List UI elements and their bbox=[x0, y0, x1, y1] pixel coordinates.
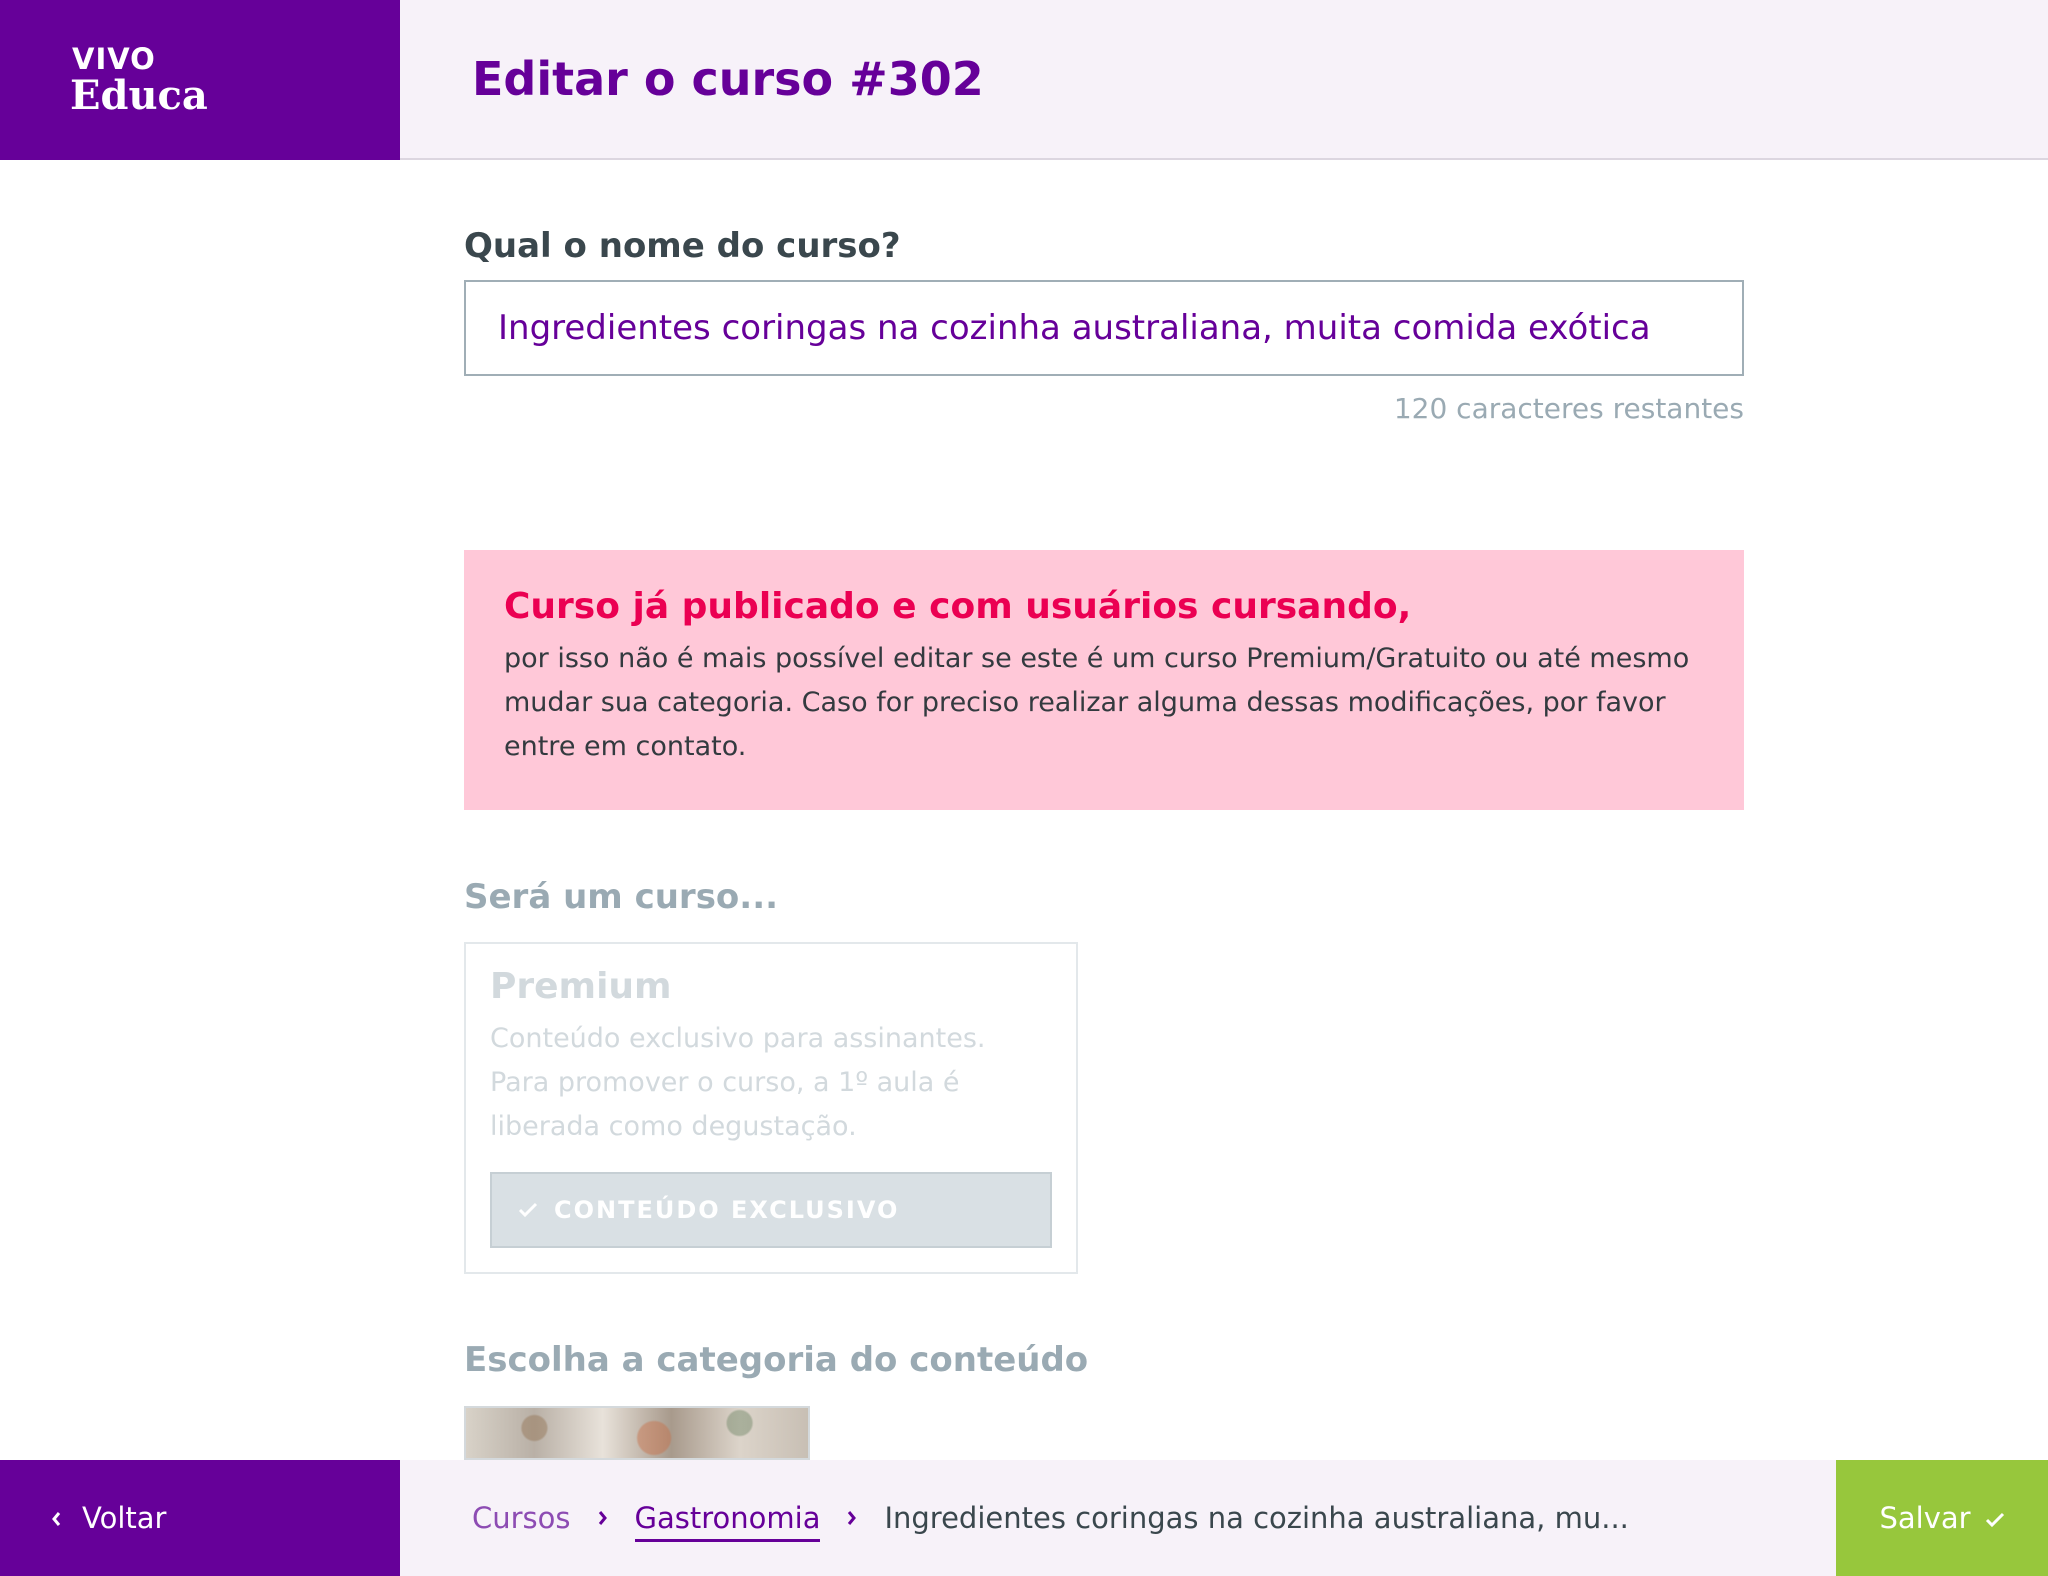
premium-description: Conteúdo exclusivo para assinantes. Para… bbox=[490, 1023, 986, 1142]
save-button[interactable]: Salvar bbox=[1836, 1460, 2048, 1576]
page-title: Editar o curso #302 bbox=[472, 52, 984, 106]
back-button-label: Voltar bbox=[82, 1501, 167, 1535]
vivo-educa-logo[interactable]: VIVO Educa bbox=[0, 0, 400, 160]
breadcrumb-gastronomia[interactable]: Gastronomia bbox=[634, 1501, 821, 1542]
course-name-label: Qual o nome do curso? bbox=[464, 226, 901, 266]
logo-line-educa: Educa bbox=[70, 72, 208, 119]
back-button[interactable]: Voltar bbox=[0, 1460, 400, 1576]
exclusive-content-button: CONTEÚDO EXCLUSIVO bbox=[490, 1172, 1052, 1248]
breadcrumb-current-course: Ingredientes coringas na cozinha austral… bbox=[884, 1501, 1629, 1535]
category-label: Escolha a categoria do conteúdo bbox=[464, 1340, 1089, 1380]
category-thumbnail-gastronomia bbox=[464, 1406, 810, 1460]
alert-body: por isso não é mais possível editar se e… bbox=[504, 643, 1690, 762]
course-name-input[interactable] bbox=[464, 280, 1744, 376]
footer: Voltar Cursos Gastronomia Ingredientes c… bbox=[0, 1460, 2048, 1576]
check-icon bbox=[1985, 1501, 2005, 1535]
char-count: 120 caracteres restantes bbox=[1393, 392, 1744, 425]
premium-title: Premium bbox=[490, 966, 672, 1007]
chevron-right-icon bbox=[597, 1509, 609, 1527]
premium-option-card: Premium Conteúdo exclusivo para assinant… bbox=[464, 942, 1078, 1274]
course-type-label: Será um curso... bbox=[464, 877, 779, 917]
chevron-right-icon bbox=[846, 1509, 858, 1527]
header: VIVO Educa Editar o curso #302 bbox=[0, 0, 2048, 160]
check-icon bbox=[518, 1202, 538, 1218]
alert-title: Curso já publicado e com usuários cursan… bbox=[504, 586, 1412, 627]
logo-line-vivo: VIVO bbox=[72, 42, 156, 76]
published-alert: Curso já publicado e com usuários cursan… bbox=[464, 550, 1744, 810]
breadcrumb-cursos[interactable]: Cursos bbox=[472, 1501, 571, 1535]
exclusive-content-button-label: CONTEÚDO EXCLUSIVO bbox=[554, 1196, 900, 1224]
breadcrumb: Cursos Gastronomia Ingredientes coringas… bbox=[472, 1460, 1629, 1576]
save-button-label: Salvar bbox=[1879, 1501, 1971, 1535]
chevron-left-icon bbox=[50, 1501, 62, 1535]
